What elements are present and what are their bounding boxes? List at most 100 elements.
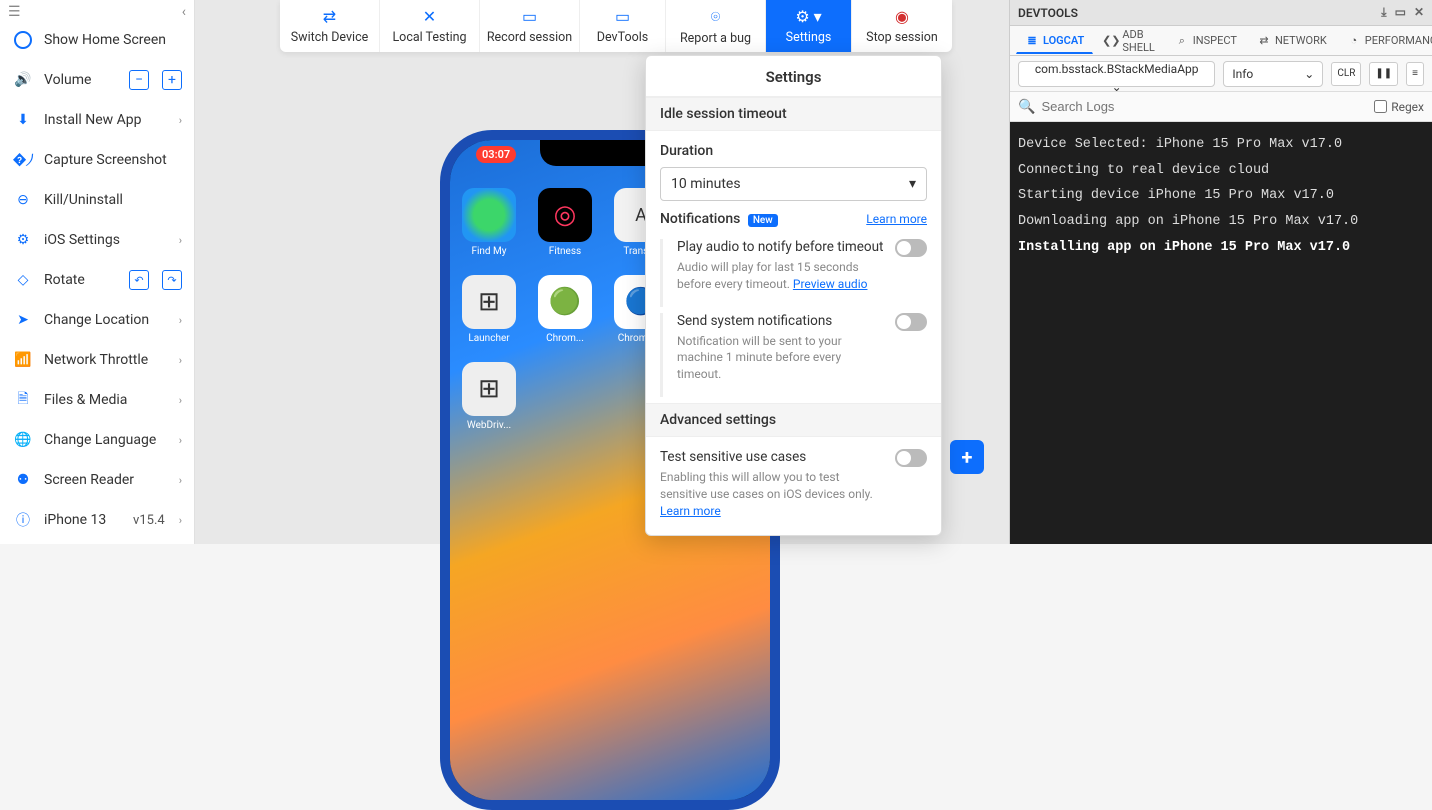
level-filter-select[interactable]: Info⌄ [1223, 61, 1323, 87]
sidebar-item-label: Install New App [44, 112, 169, 128]
logcat-icon: ≣ [1025, 33, 1039, 47]
devtools-panel: DEVTOOLS ⤓ ▭ ✕ ≣LOGCAT ❮❯ADB SHELL ⌕INSP… [1009, 0, 1432, 544]
sidebar-item-label: Files & Media [44, 392, 169, 408]
notif-audio-title: Play audio to notify before timeout [677, 239, 885, 255]
language-icon: 🌐 [12, 429, 34, 451]
sidebar-item-device[interactable]: ⓘ iPhone 13 v15.4 › [0, 500, 194, 540]
accessibility-icon: ⚉ [12, 469, 34, 491]
bug-icon: ⌾ [711, 7, 721, 27]
chevron-right-icon: › [179, 354, 182, 367]
sidebar-item-home[interactable]: Show Home Screen [0, 20, 194, 60]
chevron-right-icon: › [179, 314, 182, 327]
volume-icon: 🔊 [12, 69, 34, 91]
preview-audio-link[interactable]: Preview audio [793, 277, 868, 291]
sidebar-item-label: Change Location [44, 312, 169, 328]
adv-sensitive-title: Test sensitive use cases [660, 449, 885, 465]
idle-timeout-header: Idle session timeout [646, 97, 941, 131]
log-line: Installing app on iPhone 15 Pro Max v17.… [1018, 235, 1424, 261]
files-icon: 🗎 [12, 389, 34, 411]
tab-inspect[interactable]: ⌕INSPECT [1166, 28, 1246, 54]
devtools-icon: ▭ [615, 7, 630, 26]
stop-icon: ◉ [895, 7, 909, 26]
app-fitness[interactable]: ◎Fitness [538, 188, 592, 257]
popover-title: Settings [646, 56, 941, 97]
adv-sensitive-desc: Enabling this will allow you to test sen… [660, 469, 885, 519]
tab-network[interactable]: ⇄NETWORK [1248, 28, 1336, 54]
sidebar-item-label: Change Language [44, 432, 169, 448]
sidebar-item-throttle[interactable]: 📶 Network Throttle › [0, 340, 194, 380]
wrap-button[interactable]: ≡ [1406, 62, 1424, 86]
toolbar-label: Local Testing [392, 30, 466, 45]
toolbar: ⇄Switch Device ✕Local Testing ▭Record se… [280, 0, 952, 52]
duration-select[interactable]: 10 minutes ▾ [660, 167, 927, 201]
download-icon[interactable]: ⤓ [1381, 5, 1386, 20]
sidebar-item-label: Network Throttle [44, 352, 169, 368]
toolbar-stop[interactable]: ◉ Stop session [852, 0, 952, 52]
sidebar: ☰ ‹ Show Home Screen 🔊 Volume − + ⬇ Inst… [0, 0, 195, 544]
notif-system-title: Send system notifications [677, 313, 885, 329]
sidebar-item-volume[interactable]: 🔊 Volume − + [0, 60, 194, 100]
sidebar-item-reader[interactable]: ⚉ Screen Reader › [0, 460, 194, 500]
location-icon: ➤ [12, 309, 34, 331]
advanced-header: Advanced settings [646, 403, 941, 437]
collapse-icon[interactable]: ‹ [182, 4, 186, 16]
video-icon: ▭ [522, 7, 537, 26]
app-launcher[interactable]: ⊞Launcher [462, 275, 516, 344]
notif-audio-toggle[interactable] [895, 239, 927, 257]
rotate-left-button[interactable]: ↶ [129, 270, 149, 290]
sidebar-item-files[interactable]: 🗎 Files & Media › [0, 380, 194, 420]
learn-more-link[interactable]: Learn more [866, 212, 927, 226]
gear-icon: ⚙ ▾ [795, 7, 821, 26]
toolbar-local-testing[interactable]: ✕Local Testing [380, 0, 480, 52]
close-icon[interactable]: ✕ [1414, 5, 1424, 20]
sidebar-item-kill[interactable]: ⊖ Kill/Uninstall [0, 180, 194, 220]
camera-icon: �⵰ [12, 149, 34, 171]
toolbar-record[interactable]: ▭Record session [480, 0, 580, 52]
sidebar-item-label: Rotate [44, 272, 116, 288]
app-findmy[interactable]: Find My [462, 188, 516, 257]
toolbar-switch-device[interactable]: ⇄Switch Device [280, 0, 380, 52]
sidebar-item-location[interactable]: ➤ Change Location › [0, 300, 194, 340]
volume-up-button[interactable]: + [162, 70, 182, 90]
adv-sensitive-toggle[interactable] [895, 449, 927, 467]
clear-button[interactable]: CLR [1331, 62, 1361, 86]
rotate-right-button[interactable]: ↷ [162, 270, 182, 290]
pause-button[interactable]: ❚❚ [1369, 62, 1398, 86]
new-badge: New [748, 214, 778, 227]
toolbar-settings[interactable]: ⚙ ▾ Settings [766, 0, 852, 52]
device-time-badge: 03:07 [476, 146, 516, 163]
chevron-down-icon: ⌄ [1304, 67, 1314, 81]
app-chrome[interactable]: 🟢Chrom... [538, 275, 592, 344]
volume-down-button[interactable]: − [129, 70, 149, 90]
log-line: Downloading app on iPhone 15 Pro Max v17… [1018, 209, 1424, 235]
download-icon: ⬇ [12, 109, 34, 131]
search-icon: 🔍 [1018, 99, 1035, 115]
sidebar-item-screenshot[interactable]: �⵰ Capture Screenshot [0, 140, 194, 180]
toolbar-label: Settings [786, 30, 832, 45]
app-webdriver[interactable]: ⊞WebDriv... [462, 362, 516, 431]
chevron-right-icon: › [179, 514, 182, 527]
adv-learn-more-link[interactable]: Learn more [660, 504, 721, 518]
app-filter-select[interactable]: com.bsstack.BStackMediaApp⌄ [1018, 61, 1215, 87]
toolbar-devtools[interactable]: ▭DevTools [580, 0, 666, 52]
network-icon: ⇄ [1257, 34, 1271, 48]
sidebar-item-install[interactable]: ⬇ Install New App › [0, 100, 194, 140]
search-logs-input[interactable] [1041, 99, 1368, 114]
dock-icon[interactable]: ▭ [1395, 5, 1406, 20]
toolbar-report-bug[interactable]: ⌾ Report a bug [666, 0, 766, 52]
sidebar-item-rotate[interactable]: ◇ Rotate ↶ ↷ [0, 260, 194, 300]
log-output[interactable]: Device Selected: iPhone 15 Pro Max v17.0… [1010, 122, 1432, 544]
terminal-icon: ❮❯ [1104, 34, 1118, 48]
sidebar-item-ios-settings[interactable]: ⚙ iOS Settings › [0, 220, 194, 260]
fab-add-button[interactable]: + [950, 440, 984, 474]
duration-value: 10 minutes [671, 176, 741, 192]
tab-adb[interactable]: ❮❯ADB SHELL [1095, 22, 1163, 60]
hamburger-icon[interactable]: ☰ [8, 4, 21, 16]
sidebar-item-language[interactable]: 🌐 Change Language › [0, 420, 194, 460]
toolbar-label: Report a bug [680, 31, 751, 46]
tab-performance[interactable]: ◔PERFORMANCE [1338, 28, 1432, 54]
notif-system-toggle[interactable] [895, 313, 927, 331]
tab-logcat[interactable]: ≣LOGCAT [1016, 27, 1093, 54]
regex-checkbox[interactable]: Regex [1374, 100, 1424, 114]
toolbar-label: Stop session [866, 30, 938, 45]
